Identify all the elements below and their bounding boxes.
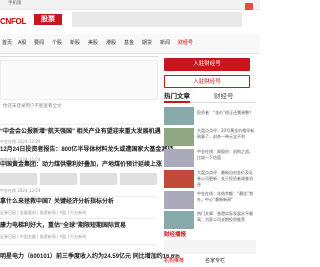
article-title[interactable]: 12月24日投资者报告：800亿半导体材料龙头或遭国家大基金减持 <box>0 146 173 155</box>
channel-tag[interactable]: 股票 <box>34 14 62 25</box>
finance-hao-title[interactable]: 财经号 <box>214 92 234 101</box>
side-thumb[interactable] <box>164 128 194 146</box>
article-meta: 中金在线 2024-12-24 <box>0 139 41 144</box>
article-title[interactable]: 拿什么来拯救中国？关键经济分析指标分析 <box>0 198 114 207</box>
join-button[interactable]: 入驻财经号 <box>164 58 250 71</box>
thumbnail-image[interactable] <box>0 173 37 185</box>
mobile-link[interactable]: 手机版 <box>8 1 22 7</box>
article-meta: 证券日报 | 中国金融 | 股票新闻 | A股 | 行业新闻 <box>0 234 87 239</box>
divider <box>0 56 158 57</box>
nav-futures[interactable]: 期货 <box>142 40 152 47</box>
site-logo[interactable]: CNFOL <box>0 17 26 26</box>
nav-stocks[interactable]: 个股 <box>52 40 62 47</box>
join-button-secondary[interactable]: 入驻财经号 <box>164 75 250 88</box>
nav-news[interactable]: 要闻 <box>34 40 44 47</box>
side-article[interactable]: 中金在线：年结余额：“最佳”首先，中心“最新新闻” <box>197 191 255 203</box>
article-thumbnails <box>0 173 157 185</box>
login-tip: 你还未登录用户不能查看全文 <box>3 104 62 109</box>
side-thumb[interactable] <box>164 191 194 209</box>
nav-hk-stocks[interactable]: 港股 <box>106 40 116 47</box>
recommend-link[interactable]: 机构推荐 <box>164 258 184 265</box>
nav-us-stocks[interactable]: 美股 <box>88 40 98 47</box>
column-link[interactable]: 名家专栏 <box>205 258 225 265</box>
top-bar: 手机版 <box>0 0 260 10</box>
side-thumb[interactable] <box>164 149 194 167</box>
hot-articles-title[interactable]: 热门文章 <box>164 92 190 101</box>
divider <box>0 244 156 245</box>
side-thumb[interactable] <box>164 170 194 188</box>
login-prompt-box <box>0 60 158 100</box>
thumbnail-image[interactable] <box>80 173 117 185</box>
article-meta: 中金在线 2024-12-24 <box>0 188 41 193</box>
side-article[interactable]: 中金在线：周股份：机构之战，比较一下估值 <box>197 149 255 161</box>
article-title[interactable]: 中国黄金集团：动力煤供需利好叠加，产地煤价预计延续上涨 <box>0 161 162 170</box>
user-icon[interactable] <box>245 3 253 10</box>
nav-home[interactable]: 首页 <box>2 40 12 47</box>
banner-ad[interactable] <box>72 12 242 27</box>
nav-funds[interactable]: 基金 <box>124 40 134 47</box>
active-tab-marker <box>164 101 190 103</box>
article-title[interactable]: 明星电力（600101）前三季度收入约为24.59亿元 同比增加约16.6% <box>0 253 180 262</box>
side-thumb[interactable] <box>164 211 194 229</box>
divider <box>0 196 156 197</box>
nav-a-shares[interactable]: A股 <box>18 40 26 47</box>
sidebar-ad[interactable] <box>164 240 256 254</box>
side-article[interactable]: 热门文章：香港实际发展水平最高：为家公司长期投资推荐 <box>197 211 255 223</box>
divider <box>0 124 156 125</box>
nav-news2[interactable]: 新闻 <box>160 40 170 47</box>
side-article[interactable]: 大盘点点评：20号黄金价格早新闻事了，封杀一带元宝不利 <box>197 128 255 140</box>
thumbnail-image[interactable] <box>40 173 77 185</box>
broadcast-title: 财经播报 <box>164 232 187 238</box>
article-title[interactable]: 康力电梯利好大，重估“全球”期限短期国际贸易 <box>0 222 126 231</box>
side-thumb[interactable] <box>164 107 194 125</box>
nav-ipo[interactable]: 新股 <box>70 40 80 47</box>
side-article[interactable]: 大盘点点评：最新自由金价及证券公司更新：关于投资者调查消息 <box>197 170 255 188</box>
article-title[interactable]: “中金会公报新增“航天强国” 相关产业有望迎来重大发展机遇 <box>0 128 161 137</box>
nav-finance-hao[interactable]: 财经号 <box>178 40 193 47</box>
article-meta: 证券日报 | 金融要闻 | 股票新闻 | A股 | 行业新闻 <box>0 210 87 215</box>
side-article[interactable]: 投资者：“金价”修正还需调整？ <box>197 110 255 116</box>
divider <box>0 218 156 219</box>
main-nav: 首页 A股 要闻 个股 新股 美股 港股 基金 期货 新闻 财经号 <box>0 34 260 54</box>
thumbnail-image[interactable] <box>120 173 157 185</box>
